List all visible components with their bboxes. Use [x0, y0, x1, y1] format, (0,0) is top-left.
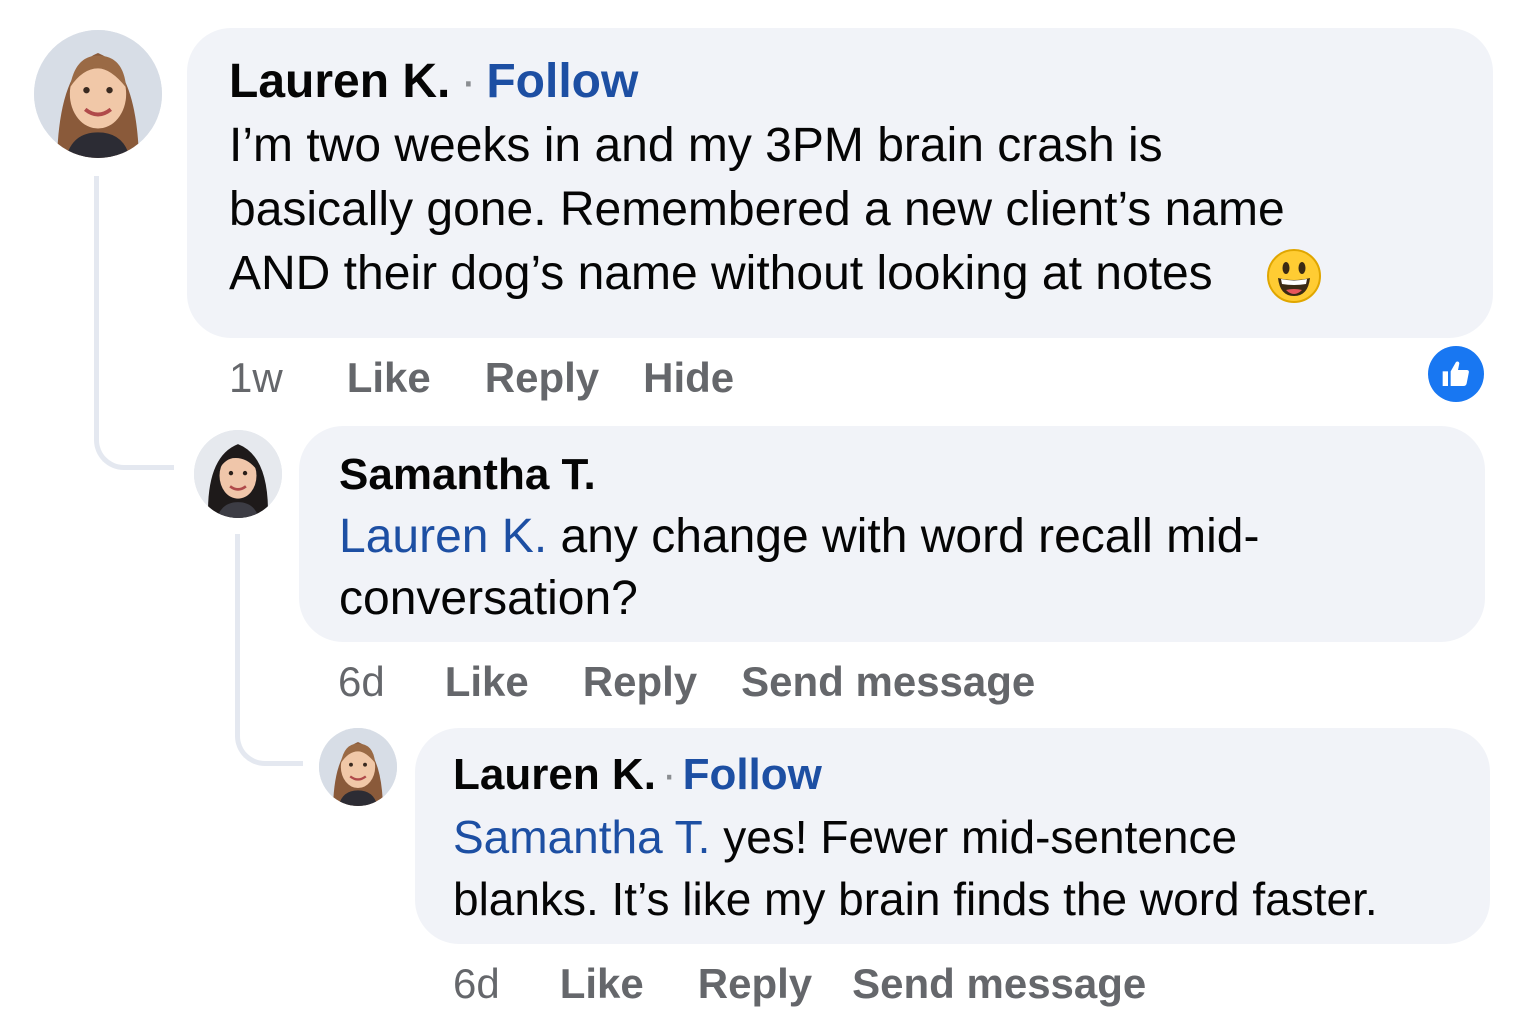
comment-actions-3: 6d Like Reply Send message	[453, 956, 1146, 1012]
send-message-button[interactable]: Send message	[852, 960, 1146, 1008]
comment-text-line: basically gone. Remembered a new client’…	[229, 183, 1285, 236]
comment-text-span: yes! Fewer mid-sentence	[710, 811, 1238, 863]
comment-text-line: I’m two weeks in and my 3PM brain crash …	[229, 119, 1163, 172]
thumbs-up-icon	[1442, 361, 1469, 386]
comment-text-line: Samantha T. yes! Fewer mid-sentence	[453, 806, 1470, 868]
mention-link[interactable]: Samantha T.	[453, 811, 710, 863]
avatar-lauren[interactable]	[34, 30, 162, 158]
separator-dot: ·	[661, 750, 677, 799]
comment-text-line: blanks. It’s like my brain finds the wor…	[453, 873, 1378, 925]
like-button[interactable]: Like	[347, 354, 431, 402]
separator-dot: ·	[460, 55, 477, 108]
comment-text-line: Lauren K. any change with word recall mi…	[339, 506, 1445, 568]
follow-button[interactable]: Follow	[486, 54, 638, 110]
avatar-lauren-reply-image	[319, 728, 397, 806]
mention-link[interactable]: Lauren K.	[339, 510, 547, 563]
comment-timestamp[interactable]: 1w	[229, 354, 283, 402]
avatar-lauren-reply[interactable]	[319, 728, 397, 806]
thread-line-1	[94, 176, 174, 470]
hide-button[interactable]: Hide	[643, 354, 734, 402]
avatar-samantha-image	[194, 430, 282, 518]
comment-author[interactable]: Lauren K.	[453, 750, 656, 800]
comment-actions-2: 6d Like Reply Send message	[338, 654, 1035, 710]
comment-bubble-1: Lauren K. · Follow I’m two weeks in and …	[187, 28, 1493, 338]
comment-author[interactable]: Lauren K.	[229, 54, 450, 110]
reply-button[interactable]: Reply	[698, 960, 812, 1008]
comment-author[interactable]: Samantha T.	[339, 450, 596, 500]
comment-bubble-2: Samantha T. Lauren K. any change with wo…	[299, 426, 1485, 642]
comment-text: Samantha T. yes! Fewer mid-sentence blan…	[453, 806, 1470, 930]
like-button[interactable]: Like	[445, 658, 529, 706]
grinning-face-emoji-icon	[1266, 248, 1322, 304]
comment-actions-1: 1w Like Reply Hide	[229, 350, 734, 406]
comment-text-span: any change with word recall mid-	[547, 510, 1260, 563]
send-message-button[interactable]: Send message	[741, 658, 1035, 706]
comment-text: I’m two weeks in and my 3PM brain crash …	[229, 114, 1453, 306]
avatar-samantha[interactable]	[194, 430, 282, 518]
like-reaction-badge[interactable]	[1428, 346, 1484, 402]
comment-text: Lauren K. any change with word recall mi…	[339, 506, 1445, 630]
follow-button[interactable]: Follow	[683, 750, 822, 800]
comment-bubble-3: Lauren K. · Follow Samantha T. yes! Fewe…	[415, 728, 1490, 944]
comment-text-line: conversation?	[339, 572, 638, 625]
thread-line-2	[235, 534, 303, 766]
avatar-lauren-image	[34, 30, 162, 158]
like-button[interactable]: Like	[560, 960, 644, 1008]
comment-text-line: AND their dog’s name without looking at …	[229, 247, 1213, 300]
comment-timestamp[interactable]: 6d	[338, 658, 385, 706]
reply-button[interactable]: Reply	[485, 354, 599, 402]
comment-text-line-last: AND their dog’s name without looking at …	[229, 242, 1453, 306]
reply-button[interactable]: Reply	[583, 658, 697, 706]
comment-timestamp[interactable]: 6d	[453, 960, 500, 1008]
